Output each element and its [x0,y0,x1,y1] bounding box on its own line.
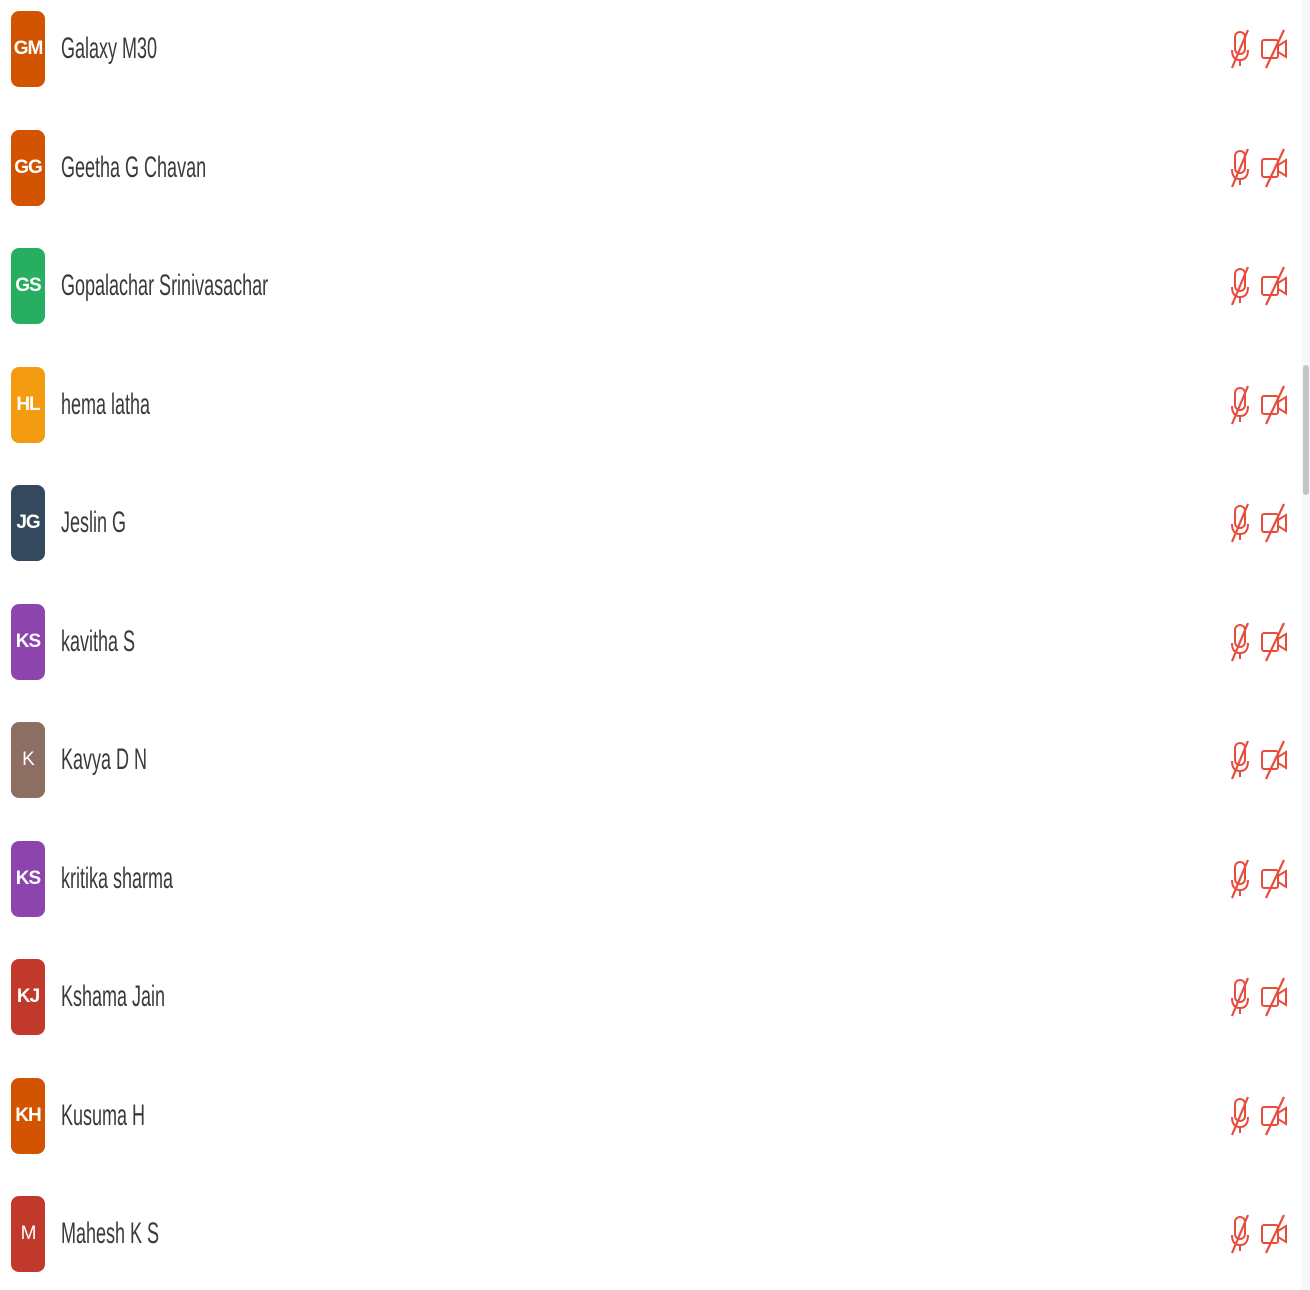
avatar: KH [11,1077,45,1154]
camera-off-icon[interactable] [1260,500,1288,546]
participant-row[interactable]: K Kavya D N [0,701,1300,820]
participants-list: GM Galaxy M30 GG Geetha G Chavan GS Gopalac… [0,0,1300,1290]
participant-controls [1228,500,1288,546]
avatar: GM [11,11,45,88]
participant-name: Kshama Jain [61,980,166,1014]
participant-row[interactable]: JG Jeslin G [0,464,1300,583]
participant-row[interactable]: KH Kusuma H [0,1057,1300,1176]
mic-off-icon[interactable] [1228,619,1252,665]
camera-off-icon[interactable] [1260,856,1288,902]
participant-controls [1228,974,1288,1020]
scrollbar-thumb[interactable] [1303,365,1309,495]
participant-name: kritika sharma [61,861,174,895]
avatar: KS [11,603,45,680]
mic-off-icon[interactable] [1228,26,1252,72]
avatar: GG [11,129,45,206]
camera-off-icon[interactable] [1260,382,1288,428]
camera-off-icon[interactable] [1260,974,1288,1020]
camera-off-icon[interactable] [1260,1093,1288,1139]
mic-off-icon[interactable] [1228,145,1252,191]
participant-name: Kavya D N [61,743,148,777]
participant-name: Kusuma H [61,1098,146,1132]
camera-off-icon[interactable] [1260,263,1288,309]
avatar: M [11,1196,45,1273]
mic-off-icon[interactable] [1228,974,1252,1020]
camera-off-icon[interactable] [1260,1211,1288,1257]
participant-row[interactable]: KS kavitha S [0,583,1300,702]
mic-off-icon[interactable] [1228,263,1252,309]
avatar: HL [11,366,45,443]
camera-off-icon[interactable] [1260,26,1288,72]
participant-row[interactable]: HL hema latha [0,346,1300,465]
avatar: KJ [11,959,45,1036]
participant-name: Jeslin G [61,506,127,540]
mic-off-icon[interactable] [1228,737,1252,783]
participant-controls [1228,619,1288,665]
avatar: JG [11,485,45,562]
participant-controls [1228,737,1288,783]
participant-row[interactable]: GG Geetha G Chavan [0,109,1300,228]
mic-off-icon[interactable] [1228,1211,1252,1257]
participant-row[interactable]: KJ Kshama Jain [0,938,1300,1057]
participant-name: Geetha G Chavan [61,150,207,184]
avatar: K [11,722,45,799]
participant-controls [1228,26,1288,72]
participant-name: kavitha S [61,624,136,658]
participant-row[interactable]: GM Galaxy M30 [0,0,1300,109]
participant-controls [1228,145,1288,191]
participant-controls [1228,382,1288,428]
camera-off-icon[interactable] [1260,737,1288,783]
camera-off-icon[interactable] [1260,145,1288,191]
participant-name: hema latha [61,387,151,421]
participant-controls [1228,1093,1288,1139]
mic-off-icon[interactable] [1228,856,1252,902]
participant-name: Galaxy M30 [61,32,158,66]
avatar: KS [11,840,45,917]
participant-name: Mahesh K S [61,1217,160,1251]
participant-controls [1228,856,1288,902]
participant-name: Gopalachar Srinivasachar [61,269,269,303]
camera-off-icon[interactable] [1260,619,1288,665]
participants-panel: GM Galaxy M30 GG Geetha G Chavan GS Gopalac… [0,0,1310,1290]
avatar: GS [11,248,45,325]
participant-controls [1228,263,1288,309]
mic-off-icon[interactable] [1228,500,1252,546]
participant-row[interactable]: KS kritika sharma [0,820,1300,939]
participant-controls [1228,1211,1288,1257]
participant-row[interactable]: M Mahesh K S [0,1175,1300,1290]
mic-off-icon[interactable] [1228,1093,1252,1139]
mic-off-icon[interactable] [1228,382,1252,428]
scrollbar-track[interactable] [1302,0,1310,1290]
participant-row[interactable]: GS Gopalachar Srinivasachar [0,227,1300,346]
